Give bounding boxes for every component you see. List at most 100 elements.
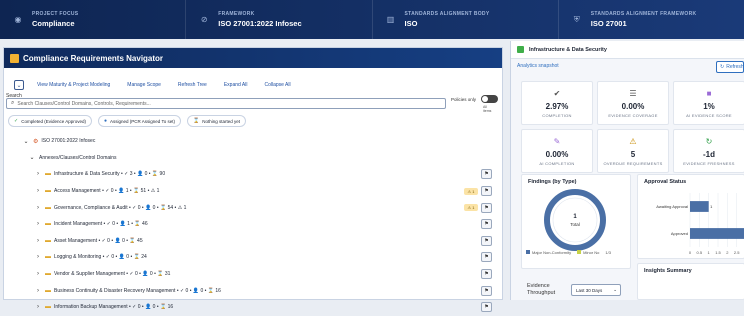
metric-value: 5 [630, 149, 636, 159]
tree-root-label: ISO 27001:2022 Infosec [41, 138, 96, 145]
flag-icon[interactable]: ⚑ [481, 302, 492, 313]
metric-card-evidence-coverage: ☰ 0.00% EVIDENCE COVERAGE [597, 81, 669, 125]
tree-item[interactable]: › ▬ Access Management • ✓ 0 • 👤 1 • ⌛ 51 •… [0, 183, 500, 200]
legend-chip-label: Assigned (PCR Assigned To set) [110, 118, 175, 124]
time-range-value: Last 30 Days [576, 287, 603, 293]
banner-value: ISO [404, 19, 418, 28]
bar-awaiting-approval[interactable] [690, 201, 709, 212]
banner-text: STANDARDS ALIGNMENT FRAMEWORK ISO 27001 [591, 11, 697, 28]
chevron-right-icon[interactable]: › [34, 171, 42, 177]
legend-chip-2[interactable]: ● Assigned (PCR Assigned To set) [98, 115, 181, 127]
findings-donut: 1 Total [544, 189, 606, 251]
analytics-header: Infrastructure & Data Security [511, 41, 744, 59]
bar-approved[interactable] [690, 228, 744, 239]
navigator-title: Compliance Requirements Navigator [23, 53, 164, 63]
banner-item-framework: ⊘ FRAMEWORK ISO 27001:2022 Infosec [186, 0, 373, 39]
chevron-right-icon[interactable]: › [34, 205, 42, 211]
metric-label: COMPLETION [542, 112, 572, 118]
metric-value: 0.00% [545, 149, 569, 159]
flag-icon[interactable]: ⚑ [481, 186, 492, 197]
findings-legend: Major Non-Conformity Minor No 1/3 [526, 250, 611, 255]
approval-title: Approval Status [644, 179, 687, 185]
donut-center-label: Total [570, 222, 580, 227]
hourglass-icon: ⌛ [192, 118, 200, 124]
collapse-toggle-icon[interactable]: ⌄ [14, 80, 24, 90]
metric-card-overdue-requirements: ⚠ 5 OVERDUE REQUIREMENTS [597, 129, 669, 173]
root-icon: ⚙ [33, 138, 39, 145]
link-icon: ⊘ [200, 15, 208, 24]
legend-chip-label: Completed (Evidence Approved) [21, 118, 86, 124]
legend-chip-3[interactable]: ⌛ Nothing started yet [186, 115, 246, 127]
legend-pager[interactable]: 1/3 [605, 250, 611, 255]
banner-text: PROJECT FOCUS Compliance [32, 11, 78, 28]
chevron-right-icon[interactable]: › [34, 254, 42, 260]
insights-title: Insights Summary [644, 268, 692, 274]
ai-square-icon: ■ [706, 88, 712, 98]
legend-minor[interactable]: Minor No [577, 250, 599, 255]
tree-group[interactable]: ⌄ Annexes/Clauses/Control Domains [0, 150, 500, 167]
toolbar-button-collapse-all[interactable]: Collapse All [260, 79, 294, 91]
flag-icon[interactable]: ⚑ [481, 235, 492, 246]
metric-label: AI COMPLETION [539, 160, 575, 166]
toolbar-button-view-maturity-project-modeling[interactable]: View Maturity & Project Modeling [33, 79, 114, 91]
folder-icon: ▬ [45, 287, 51, 294]
tree-item[interactable]: › ▬ Asset Management • ✓ 0 • 👤 0 • ⌛ 45 ⚑ [0, 233, 500, 250]
tree-item-label: Governance, Compliance & Audit • ✓ 0 • 👤… [54, 204, 187, 211]
analytics-title: Infrastructure & Data Security [529, 46, 607, 53]
legend-major[interactable]: Major Non-Conformity [526, 250, 571, 255]
tree-item-label: Access Management • ✓ 0 • 👤 1 • ⌛ 51 • ⚠… [54, 188, 160, 195]
metric-card-ai-completion: ✎ 0.00% AI COMPLETION [521, 129, 593, 173]
chevron-right-icon[interactable]: › [34, 304, 42, 310]
banner-text: STANDARDS ALIGNMENT BODY ISO [405, 11, 490, 28]
search-icon: ⌕ [11, 100, 15, 106]
metric-value: 0.00% [621, 101, 645, 111]
analytics-panel: Infrastructure & Data Security Analytics… [510, 41, 744, 300]
flag-icon[interactable]: ⚑ [481, 219, 492, 230]
search-input[interactable]: ⌕ Search Clauses/Control Domains, Contro… [6, 98, 446, 109]
chevron-right-icon[interactable]: › [34, 221, 42, 227]
building-icon: ▥ [386, 15, 395, 24]
tree-item-label: Vendor & Supplier Management • ✓ 0 • 👤 0… [54, 271, 171, 278]
tree-item[interactable]: › ▬ Infrastructure & Data Security • ✓ 3 •… [0, 166, 500, 183]
banner-item-standards-alignment-framework: ⛨ STANDARDS ALIGNMENT FRAMEWORK ISO 27001 [559, 0, 744, 39]
tree-item[interactable]: › ▬ Incident Management • ✓ 0 • 👤 1 • ⌛ 46… [0, 216, 500, 233]
banner-item-standards-alignment-body: ▥ STANDARDS ALIGNMENT BODY ISO [373, 0, 559, 39]
metric-value: -1d [703, 149, 715, 159]
flag-icon[interactable]: ⚑ [481, 285, 492, 296]
policies-only-toggle[interactable] [481, 95, 498, 103]
x-tick-label: 0 [689, 250, 692, 255]
x-tick-label: 1.5 [715, 250, 721, 255]
tree-root[interactable]: ⌄ ⚙ ISO 27001:2022 Infosec [0, 133, 500, 150]
search-placeholder: Search Clauses/Control Domains, Controls… [17, 100, 151, 107]
toolbar-button-expand-all[interactable]: Expand All [220, 79, 252, 91]
tree-item-label: Information Backup Management • ✓ 0 • 👤 … [54, 304, 174, 311]
flag-icon[interactable]: ⚑ [481, 269, 492, 280]
toolbar-button-refresh-tree[interactable]: Refresh Tree [174, 79, 211, 91]
chevron-right-icon[interactable]: › [34, 238, 42, 244]
tree-item[interactable]: › ▬ Business Continuity & Disaster Recover… [0, 282, 500, 299]
banner-label: STANDARDS ALIGNMENT FRAMEWORK [590, 11, 697, 17]
tree-item[interactable]: › ▬ Vendor & Supplier Management • ✓ 0 • 👤… [0, 266, 500, 283]
chevron-right-icon[interactable]: › [34, 271, 42, 277]
folder-icon: ▬ [45, 271, 51, 278]
flag-icon[interactable]: ⚑ [481, 252, 492, 263]
flag-icon[interactable]: ⚑ [481, 169, 492, 180]
flag-icon[interactable]: ⚑ [481, 202, 492, 213]
shield-icon: ⛨ [573, 14, 580, 24]
metric-label: AI EVIDENCE SCORE [686, 112, 732, 118]
refresh-button[interactable]: ↻ Refresh [716, 61, 744, 73]
refresh-button-label: Refresh [726, 64, 744, 70]
tree-item[interactable]: › ▬ Governance, Compliance & Audit • ✓ 0 •… [0, 199, 500, 216]
chevron-right-icon[interactable]: › [34, 288, 42, 294]
chevron-right-icon[interactable]: › [34, 188, 42, 194]
legend-chip-1[interactable]: ✓ Completed (Evidence Approved) [8, 115, 92, 127]
tree-item[interactable]: › ▬ Information Backup Management • ✓ 0 • … [0, 299, 500, 316]
tree-item[interactable]: › ▬ Logging & Monitoring • ✓ 0 • 👤 0 • ⌛ 2… [0, 249, 500, 266]
time-range-select[interactable]: Last 30 Days ⌄ [571, 284, 621, 296]
folder-icon: ▬ [45, 188, 51, 195]
toolbar-button-manage-scope[interactable]: Manage Scope [123, 79, 165, 91]
domain-icon [517, 46, 524, 53]
chevron-down-icon[interactable]: ⌄ [28, 154, 36, 161]
chevron-down-icon[interactable]: ⌄ [22, 138, 30, 145]
folder-icon: ▬ [45, 304, 51, 311]
